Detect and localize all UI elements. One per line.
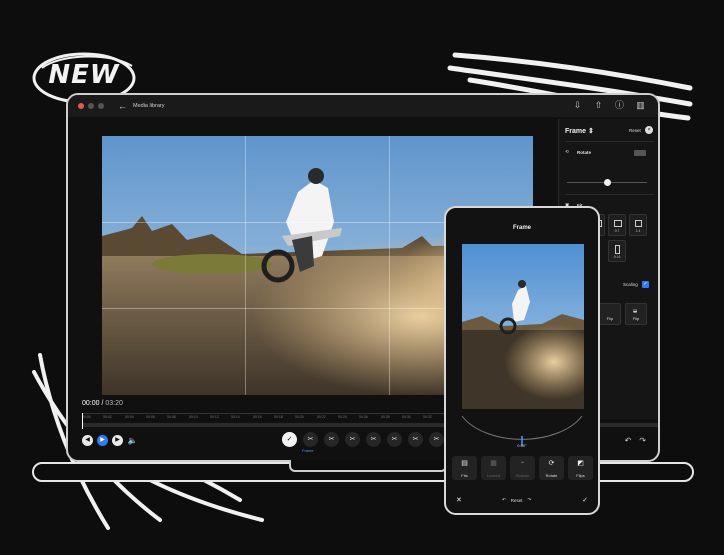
fit-icon: ▤ — [461, 460, 468, 467]
cut-tool-button[interactable]: ✂ — [345, 432, 360, 447]
aspect-option[interactable]: 9:16 — [608, 240, 626, 262]
phone-reset-group: ↶ Reset ↷ — [502, 497, 531, 503]
divider — [565, 194, 653, 195]
volume-icon[interactable]: 🔈 — [127, 435, 138, 446]
cut-tool-button[interactable]: ✂ — [429, 432, 444, 447]
phone-tool-fits[interactable]: ▤ Fits — [452, 456, 477, 480]
redo-icon[interactable]: ↷ — [639, 436, 646, 445]
title-bar: ← Media library ⇩ ⇧ ⓘ ▥ — [68, 95, 658, 117]
cut-tool-button[interactable]: ✂ — [303, 432, 318, 447]
info-icon[interactable]: ⓘ — [614, 100, 625, 111]
flip-horizontal-button[interactable]: Flip — [599, 303, 621, 325]
maximize-dot-icon[interactable] — [98, 103, 104, 109]
flip-vertical-button[interactable]: ⬓ Flip — [625, 303, 647, 325]
stage: NEW ← Media library ⇩ ⇧ ⓘ ▥ 00:00 / 03:2… — [0, 0, 724, 555]
ruler-tick-label: 00:02 — [103, 415, 112, 419]
rotate-label: Rotate — [577, 150, 592, 155]
close-dot-icon[interactable] — [78, 103, 84, 109]
phone-preview[interactable] — [462, 244, 584, 409]
phone-device: Frame 0.00° ▤ Fits ▦ Locked ◓ Horizon ⟳ … — [444, 206, 600, 515]
grid-line — [389, 136, 390, 395]
divider — [565, 141, 653, 142]
close-icon[interactable]: ✕ — [456, 496, 462, 504]
rotate-icon: ⟲ — [565, 149, 569, 154]
rotate-toggle[interactable] — [634, 150, 646, 156]
minimize-dot-icon[interactable] — [88, 103, 94, 109]
new-badge-text: NEW — [48, 60, 120, 90]
toolbar-icons: ⇩ ⇧ ⓘ ▥ — [572, 100, 646, 111]
rotate-icon: ⟳ — [548, 460, 555, 467]
laptop-notch — [289, 460, 447, 472]
cut-tool-button[interactable]: ✂ — [324, 432, 339, 447]
flip-icon: ◩ — [577, 460, 584, 467]
undo-icon[interactable]: ↶ — [502, 497, 506, 503]
ruler-tick-label: 00:06 — [146, 415, 155, 419]
back-arrow-icon[interactable]: ← — [118, 101, 127, 111]
cut-tool-button[interactable]: ✂ — [408, 432, 423, 447]
scaling-checkbox[interactable]: ✓ — [642, 281, 649, 288]
phone-tool-horizon[interactable]: ◓ Horizon — [510, 456, 535, 480]
lock-icon: ▦ — [490, 460, 497, 467]
next-icon[interactable]: ▶ — [112, 434, 123, 446]
undo-redo: ↶ ↷ — [625, 436, 646, 445]
panel-title[interactable]: Frame ⇕ — [565, 127, 594, 135]
share-icon[interactable]: ⇧ — [593, 100, 604, 111]
ruler-tick-label: 00:28 — [381, 415, 390, 419]
cut-tool-button[interactable]: ✂ — [366, 432, 381, 447]
rotate-slider-handle[interactable] — [604, 179, 611, 186]
phone-tools: ▤ Fits ▦ Locked ◓ Horizon ⟳ Rotate ◩ Flips — [452, 456, 593, 480]
phone-reset-button[interactable]: Reset — [511, 498, 523, 503]
horizon-icon: ◓ — [520, 460, 525, 467]
scaling-label: Scaling — [623, 282, 638, 287]
grid-line — [245, 136, 246, 395]
ruler-tick-label: 00:30 — [402, 415, 411, 419]
phone-title: Frame — [512, 225, 531, 231]
panel-reset-button[interactable]: Reset — [629, 128, 641, 133]
phone-tool-flips[interactable]: ◩ Flips — [568, 456, 593, 480]
aspect-option[interactable]: 9:7 — [608, 214, 626, 236]
play-button[interactable]: ▶ — [97, 434, 108, 446]
close-icon[interactable]: × — [645, 126, 653, 134]
angle-dial[interactable] — [446, 412, 598, 446]
ruler-tick-label: 00:26 — [359, 415, 368, 419]
current-time: 00:00 — [82, 400, 100, 407]
ruler-tick-label: 00:14 — [231, 415, 240, 419]
title-caret-icon: ⇕ — [587, 128, 594, 135]
phone-tool-rotate[interactable]: ⟳ Rotate — [539, 456, 564, 480]
ruler-tick-label: 00:22 — [317, 415, 326, 419]
phone-preview-image — [462, 244, 584, 409]
ruler-tick-label: 00:24 — [338, 415, 347, 419]
angle-value: 0.00° — [517, 443, 527, 448]
cut-tool-button[interactable]: ✂ — [387, 432, 402, 447]
save-icon[interactable]: ⇩ — [572, 100, 583, 111]
ruler-tick-label: 00:18 — [274, 415, 283, 419]
playhead[interactable] — [82, 413, 83, 429]
ruler-tick-label: 00:32 — [423, 415, 432, 419]
ruler-tick-label: 00:16 — [253, 415, 262, 419]
phone-tool-locked[interactable]: ▦ Locked — [481, 456, 506, 480]
time-readout: 00:00 / 03:20 — [82, 400, 123, 407]
frame-tool-button[interactable]: ✓ — [282, 432, 297, 447]
phone-bottom-bar: ✕ ↶ Reset ↷ ✓ — [446, 496, 598, 508]
total-duration: 03:20 — [105, 400, 123, 407]
ruler-tick-label: 00:20 — [295, 415, 304, 419]
edit-tools: ✓ ✂ ✂ ✂ ✂ ✂ ✂ ✂ ◔ — [282, 432, 465, 447]
ruler-tick-label: 00:00 — [82, 415, 91, 419]
trash-icon[interactable]: ▥ — [635, 100, 646, 111]
playback-controls: ◀ ▶ ▶ 🔈 — [82, 433, 138, 447]
undo-icon[interactable]: ↶ — [625, 436, 632, 445]
ruler-tick-label: 00:04 — [125, 415, 134, 419]
window-title: Media library — [133, 103, 165, 109]
previous-icon[interactable]: ◀ — [82, 434, 93, 446]
confirm-icon[interactable]: ✓ — [582, 496, 588, 504]
aspect-option[interactable]: 1:1 — [629, 214, 647, 236]
active-tool-label: Frame — [302, 448, 314, 453]
ruler-tick-label: 00:08 — [167, 415, 176, 419]
ruler-tick-label: 00:10 — [189, 415, 198, 419]
redo-icon[interactable]: ↷ — [528, 497, 532, 503]
ruler-tick-label: 00:12 — [210, 415, 219, 419]
flip-icon: ⬓ — [633, 308, 638, 313]
